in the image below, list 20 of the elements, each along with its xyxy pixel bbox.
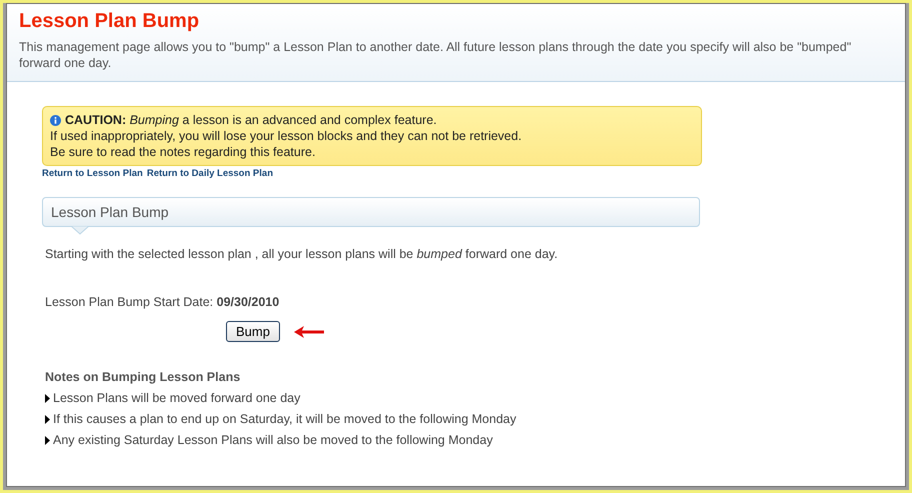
note-text: Any existing Saturday Lesson Plans will also be moved to the following Monday — [53, 433, 493, 447]
notes-title: Notes on Bumping Lesson Plans — [45, 370, 242, 384]
bullet-icon — [45, 414, 50, 424]
bullet-icon — [45, 436, 50, 444]
caution-text: Be sure to read the notes regarding this feature. — [50, 144, 316, 160]
return-link[interactable]: Return to Daily Lesson Plan — [146, 168, 273, 179]
bullet-icon — [45, 394, 50, 402]
page-title: Lesson Plan Bump — [19, 10, 200, 33]
section-title: Lesson Plan Bump — [51, 204, 169, 220]
caution-text: If used inappropriately, you will lose your lesson blocks and they can not be retrieved. — [50, 128, 522, 144]
start-date-text: Lesson Plan Bump Start Date: 09/30/2010 — [45, 295, 280, 309]
note-text: If this causes a plan to end up on Saturday, it will be moved to the following Monday — [53, 412, 516, 426]
intro-text: Starting with the selected lesson plan , all your lesson plans will be bumped forward one day. — [45, 247, 559, 261]
bump-button[interactable]: Bump — [226, 321, 280, 342]
caution-text: CAUTION: Bumping a lesson is an advanced and complex feature. — [65, 112, 437, 128]
page-description: This management page allows you to "bump" a Lesson Plan to another date. All future lesson plans through the date you specify will also be "bumped" forward one day. — [19, 39, 852, 71]
return-link[interactable]: Return to Lesson Plan — [42, 168, 143, 179]
note-text: Lesson Plans will be moved forward one day — [53, 391, 300, 405]
info-icon — [50, 114, 61, 126]
arrow-icon — [294, 326, 324, 338]
